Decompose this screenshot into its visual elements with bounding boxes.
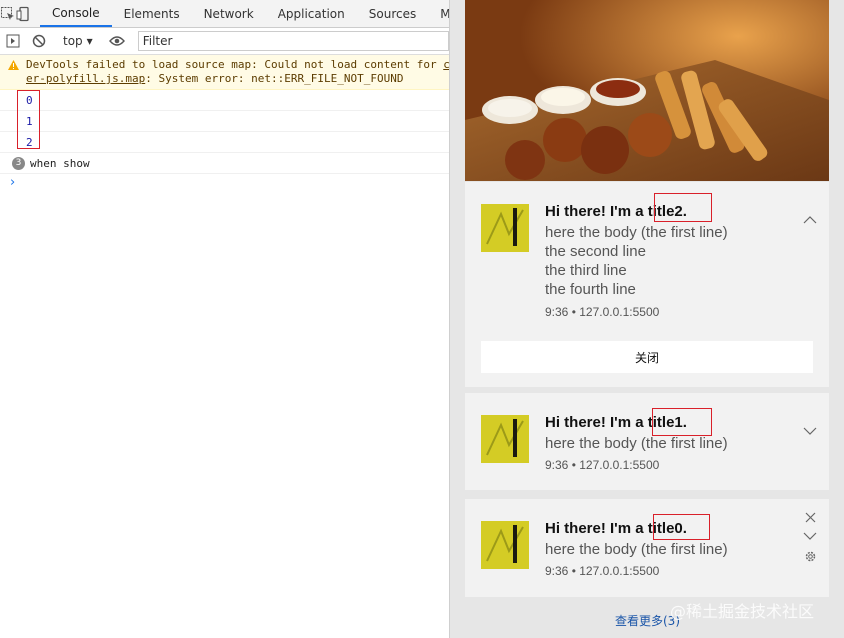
notification-card[interactable]: Hi there! I'm a title2. here the body (t…: [465, 182, 829, 387]
warning-link[interactable]: c: [443, 58, 449, 71]
notification-body: here the body (the first line): [545, 435, 728, 452]
log-row: 1: [0, 111, 449, 132]
warning-text: DevTools failed to load source map: Coul…: [26, 58, 444, 71]
warning-suffix: : System error: net::ERR_FILE_NOT_FOUND: [145, 72, 404, 85]
log-message-row: 3 when show: [0, 153, 449, 174]
tab-application[interactable]: Application: [266, 0, 357, 27]
console-toolbar: top ▾ Filter: [0, 28, 449, 55]
notification-body: here the body (the first line): [545, 541, 728, 558]
chevron-down-icon: ▾: [86, 34, 93, 48]
watermark: @稀土掘金技术社区: [670, 602, 815, 621]
tab-console[interactable]: Console: [40, 0, 112, 27]
hero-image: [465, 0, 829, 181]
highlight-box: [654, 193, 712, 222]
notification-body: here the body (the first line) the secon…: [545, 224, 728, 298]
collapse-icon[interactable]: [802, 212, 818, 228]
sourcemap-warning: DevTools failed to load source map: Coul…: [0, 55, 449, 90]
highlight-box: [653, 514, 710, 540]
eye-icon[interactable]: [104, 29, 130, 53]
sidebar-toggle-icon[interactable]: [0, 29, 26, 53]
notification-meta: 9:36 • 127.0.0.1:5500: [545, 458, 660, 472]
devtools-tabbar: Console Elements Network Application Sou…: [0, 0, 449, 28]
gear-icon[interactable]: [802, 548, 818, 564]
context-label: top: [63, 34, 83, 48]
log-row: 2: [0, 132, 449, 153]
highlight-box: [652, 408, 712, 436]
log-row: 0: [0, 90, 449, 111]
close-button[interactable]: 关闭: [481, 341, 813, 373]
highlight-box: [17, 90, 40, 149]
tab-elements[interactable]: Elements: [112, 0, 192, 27]
warning-icon: [8, 60, 19, 74]
filter-input[interactable]: Filter: [137, 31, 449, 51]
repeat-count-badge: 3: [12, 156, 25, 170]
notification-meta: 9:36 • 127.0.0.1:5500: [545, 564, 660, 578]
device-toolbar-icon[interactable]: [16, 0, 32, 27]
notification-center: Hi there! I'm a title2. here the body (t…: [450, 0, 844, 638]
clear-console-icon[interactable]: [26, 29, 52, 53]
context-selector[interactable]: top ▾: [57, 34, 99, 48]
notification-card[interactable]: Hi there! I'm a title1. here the body (t…: [465, 393, 829, 490]
notification-meta: 9:36 • 127.0.0.1:5500: [545, 305, 660, 319]
console-prompt[interactable]: ›: [0, 174, 449, 192]
notification-icon: [481, 204, 529, 252]
inspect-element-icon[interactable]: [0, 0, 16, 27]
notification-icon: [481, 521, 529, 569]
close-icon[interactable]: [802, 509, 818, 525]
notification-icon: [481, 415, 529, 463]
tab-sources[interactable]: Sources: [357, 0, 428, 27]
devtools-panel: Console Elements Network Application Sou…: [0, 0, 450, 638]
log-message: when show: [30, 156, 90, 170]
warning-link-file[interactable]: er-polyfill.js.map: [26, 72, 145, 85]
expand-icon[interactable]: [802, 423, 818, 439]
tab-network[interactable]: Network: [192, 0, 266, 27]
notification-card[interactable]: Hi there! I'm a title0. here the body (t…: [465, 499, 829, 597]
expand-icon[interactable]: [802, 528, 818, 544]
tab-more[interactable]: M: [428, 0, 449, 27]
